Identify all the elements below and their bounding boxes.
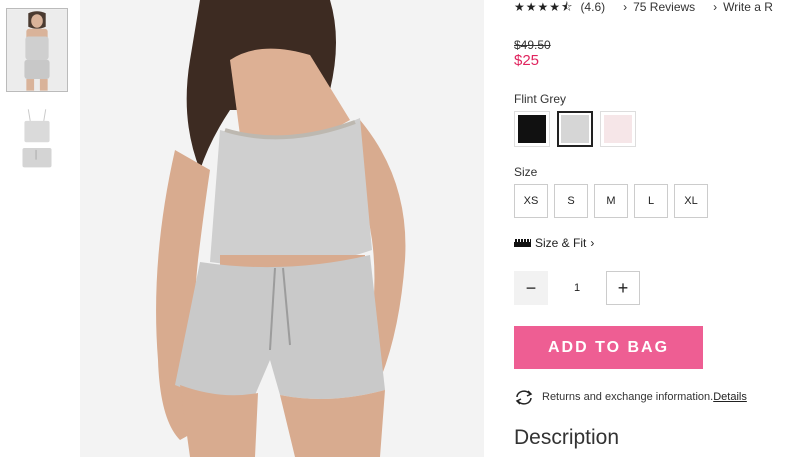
half-star-icon: ⯪ xyxy=(561,0,573,14)
reviews-link[interactable]: › 75 Reviews xyxy=(623,0,695,14)
rating-value: (4.6) xyxy=(580,0,606,14)
star-icon: ★ xyxy=(549,0,561,14)
size-l-button[interactable]: L xyxy=(634,184,668,218)
color-swatches xyxy=(514,111,636,147)
add-to-bag-button[interactable]: ADD TO BAG xyxy=(514,326,703,369)
color-label: Flint Grey xyxy=(514,92,567,106)
description-heading: Description xyxy=(514,426,620,449)
star-icon: ★ xyxy=(514,0,525,14)
chevron-right-icon: › xyxy=(713,0,718,14)
returns-info: Returns and exchange information.Details xyxy=(514,389,747,405)
thumbnail-model[interactable] xyxy=(6,8,68,92)
product-hero-image[interactable] xyxy=(80,0,484,457)
model-photo xyxy=(80,0,484,457)
size-m-button[interactable]: M xyxy=(594,184,628,218)
decrease-quantity-button[interactable]: − xyxy=(514,271,548,305)
quantity-value[interactable]: 1 xyxy=(548,282,606,294)
returns-details-link[interactable]: Details xyxy=(713,391,747,403)
size-options: XS S M L XL xyxy=(514,184,708,218)
flatlay-thumbnail-image xyxy=(7,107,67,189)
chevron-right-icon: › xyxy=(623,0,628,14)
size-xs-button[interactable]: XS xyxy=(514,184,548,218)
increase-quantity-button[interactable]: + xyxy=(606,271,640,305)
thumbnail-flatlay[interactable] xyxy=(6,106,68,190)
write-review-label: Write a R xyxy=(723,0,773,14)
swatch-black[interactable] xyxy=(514,111,550,147)
star-icon: ★ xyxy=(537,0,549,14)
reviews-label: 75 Reviews xyxy=(633,0,696,14)
rating-row: ★ ★ ★ ★ ⯪ (4.6) › 75 Reviews › Write a R xyxy=(514,0,773,14)
ruler-icon xyxy=(514,239,531,247)
swatch-blush[interactable] xyxy=(600,111,636,147)
star-icon: ★ xyxy=(525,0,537,14)
returns-text: Returns and exchange information. xyxy=(542,391,714,403)
rating-stars: ★ ★ ★ ★ ⯪ xyxy=(514,1,572,13)
quantity-stepper: − 1 + xyxy=(514,271,640,305)
exchange-icon xyxy=(515,390,533,405)
size-s-button[interactable]: S xyxy=(554,184,588,218)
size-fit-label: Size & Fit xyxy=(535,236,587,250)
size-fit-link[interactable]: Size & Fit › xyxy=(514,236,594,250)
original-price: $49.50 xyxy=(514,38,551,52)
model-thumbnail-image xyxy=(7,9,67,91)
sale-price: $25 xyxy=(514,52,540,69)
chevron-right-icon: › xyxy=(590,236,595,250)
thumbnail-list xyxy=(6,8,70,204)
swatch-flint-grey[interactable] xyxy=(557,111,593,147)
write-review-link[interactable]: › Write a R xyxy=(713,0,773,14)
size-xl-button[interactable]: XL xyxy=(674,184,708,218)
size-label: Size xyxy=(514,165,538,179)
